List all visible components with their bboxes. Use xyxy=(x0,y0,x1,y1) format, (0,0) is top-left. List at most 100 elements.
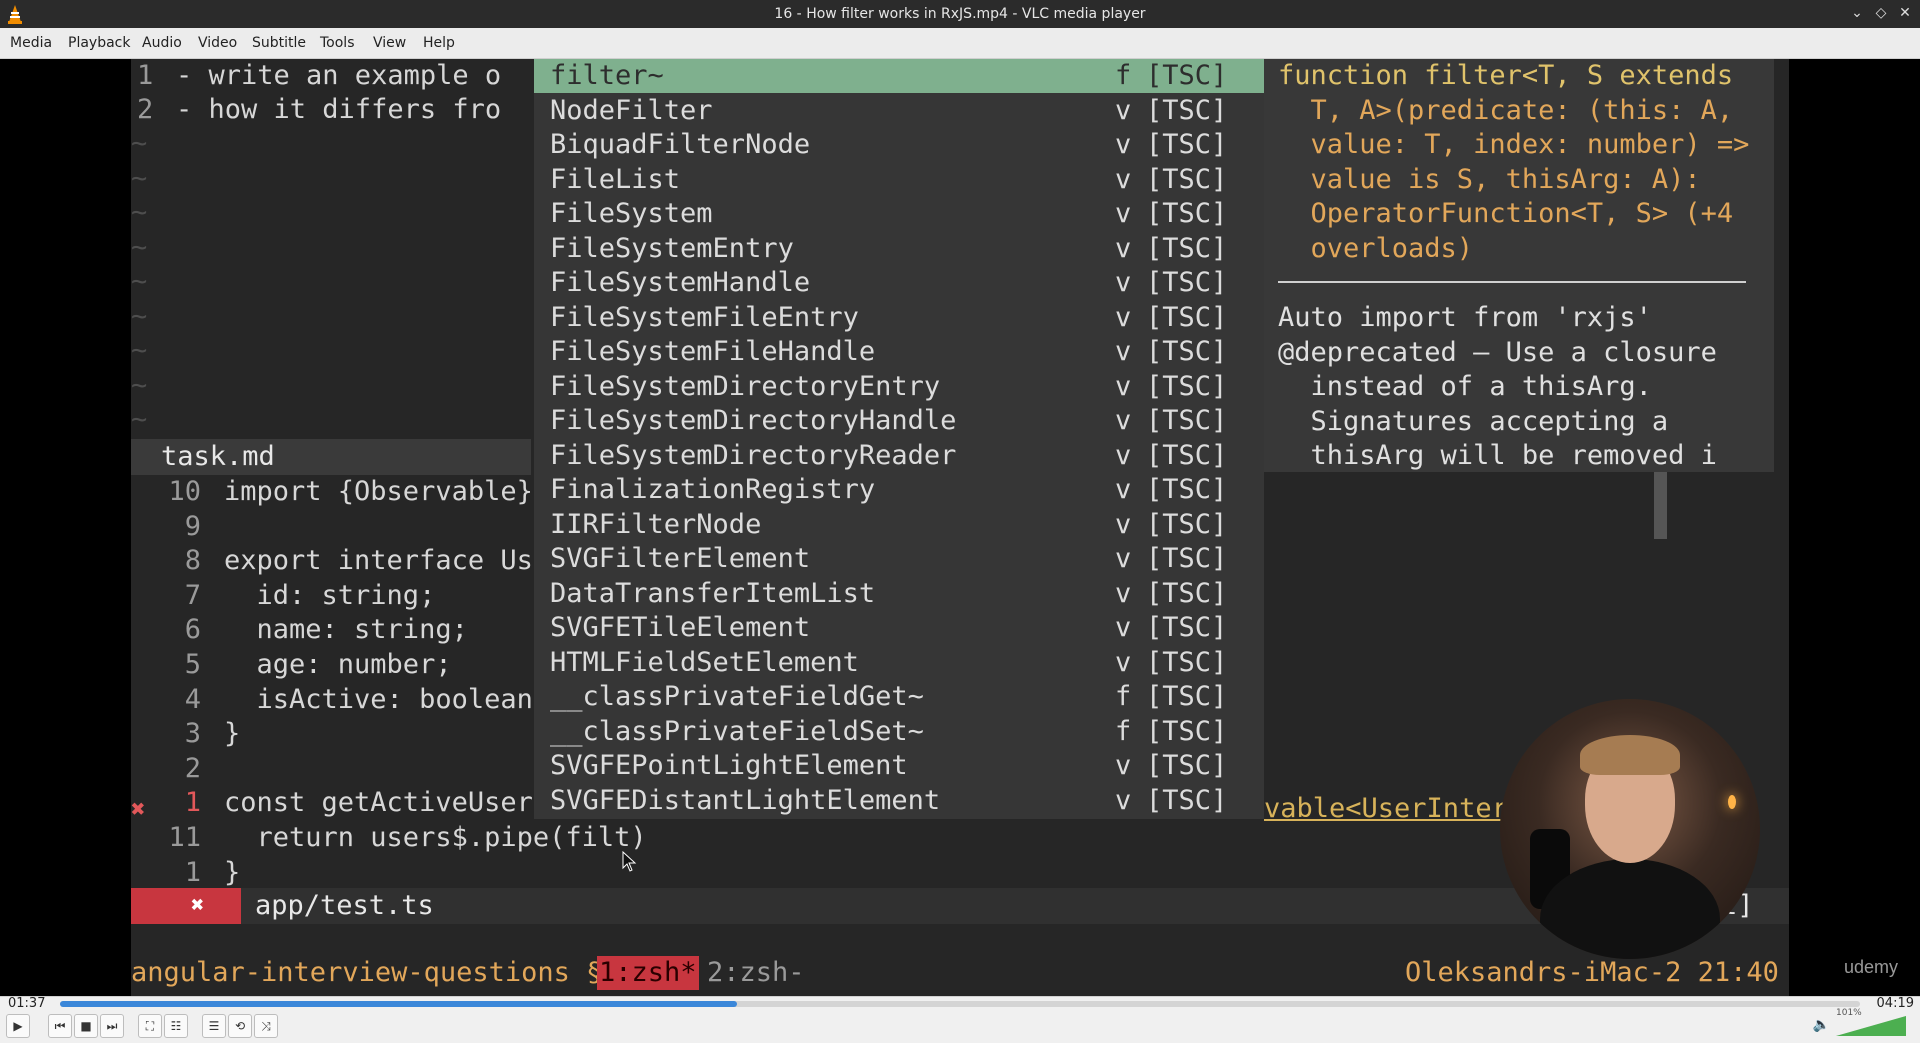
completion-name: filter~ xyxy=(550,60,664,91)
completion-item[interactable]: __classPrivateFieldSet~ f [TSC] xyxy=(534,715,1264,749)
window-title: 16 - How filter works in RxJS.mp4 - VLC … xyxy=(774,6,1146,22)
completion-source: [TSC] xyxy=(1146,129,1228,160)
line-number: 8 xyxy=(184,545,201,577)
error-tag: ✖ xyxy=(131,888,241,924)
restore-icon[interactable]: ◇ xyxy=(1872,4,1890,22)
completion-item[interactable]: FileSystemEntry v [TSC] xyxy=(534,232,1264,266)
next-button[interactable]: ⏭ xyxy=(100,1014,124,1038)
completion-item[interactable]: FileSystemHandle v [TSC] xyxy=(534,266,1264,300)
completion-item[interactable]: HTMLFieldSetElement v [TSC] xyxy=(534,646,1264,680)
line-number: 7 xyxy=(184,579,201,611)
line-1: 1 xyxy=(137,59,153,93)
completion-item[interactable]: NodeFilter v [TSC] xyxy=(534,94,1264,128)
code-line: return users$.pipe(filt) xyxy=(224,822,647,853)
completion-kind: v xyxy=(1115,750,1132,781)
menu-audio[interactable]: Audio xyxy=(142,35,182,51)
menu-playback[interactable]: Playback xyxy=(68,35,130,51)
previous-button[interactable]: ⏮ xyxy=(48,1014,72,1038)
tmux-window-active[interactable]: 1:zsh* xyxy=(597,956,699,990)
video-area[interactable]: 1 - write an example o 2 - how it differ… xyxy=(0,59,1920,996)
completion-source: [TSC] xyxy=(1146,336,1228,367)
playlist-button[interactable]: ☰ xyxy=(202,1014,226,1038)
error-close-icon: ✖ xyxy=(191,893,205,918)
completion-name: __classPrivateFieldSet~ xyxy=(550,715,924,747)
completion-name: SVGFilterElement xyxy=(550,543,811,574)
shuffle-button[interactable]: ⤨ xyxy=(254,1014,278,1038)
completion-item[interactable]: IIRFilterNode v [TSC] xyxy=(534,508,1264,542)
volume-slider[interactable]: 101% xyxy=(1836,1008,1906,1036)
completion-kind: v xyxy=(1115,336,1132,367)
doc-signature-line: function filter<T, S extends xyxy=(1278,60,1734,91)
completion-source: [TSC] xyxy=(1146,267,1228,298)
completion-source: [TSC] xyxy=(1146,612,1228,643)
completion-item[interactable]: SVGFEDistantLightElement v [TSC] xyxy=(534,784,1264,818)
fullscreen-button[interactable]: ⛶ xyxy=(138,1014,162,1038)
completion-item[interactable]: FileSystemDirectoryReader v [TSC] xyxy=(534,439,1264,473)
completion-item[interactable]: FileSystemFileEntry v [TSC] xyxy=(534,301,1264,335)
doc-note-line: Auto import from 'rxjs' xyxy=(1278,302,1652,333)
tmux-session: angular-interview-questions § xyxy=(131,957,603,988)
doc-note-line: Signatures accepting a xyxy=(1278,405,1669,437)
menu-subtitle[interactable]: Subtitle xyxy=(252,35,306,51)
completion-name: FileSystemDirectoryHandle xyxy=(550,405,957,436)
completion-source: [TSC] xyxy=(1146,508,1228,540)
menu-help[interactable]: Help xyxy=(423,35,455,51)
menu-video[interactable]: Video xyxy=(198,35,237,51)
completion-kind: v xyxy=(1115,94,1132,126)
completion-item[interactable]: SVGFilterElement v [TSC] xyxy=(534,542,1264,576)
code-line: name: string; xyxy=(224,614,468,646)
completion-item[interactable]: DataTransferItemList v [TSC] xyxy=(534,577,1264,611)
menu-view[interactable]: View xyxy=(373,35,406,51)
tilde-line: ~ xyxy=(131,300,148,332)
completion-name: FileSystem xyxy=(550,198,713,229)
completion-item[interactable]: FinalizationRegistry v [TSC] xyxy=(534,473,1264,507)
completion-kind: v xyxy=(1115,474,1132,505)
line-number: 9 xyxy=(184,510,201,542)
completion-source: [TSC] xyxy=(1146,370,1228,402)
close-icon[interactable]: ✕ xyxy=(1896,4,1914,22)
extended-settings-button[interactable]: ☷ xyxy=(164,1014,188,1038)
code-line: isActive: boolean xyxy=(224,683,533,715)
stop-button[interactable]: ■ xyxy=(74,1014,98,1038)
completion-item[interactable]: FileSystem v [TSC] xyxy=(534,197,1264,231)
completion-item[interactable]: BiquadFilterNode v [TSC] xyxy=(534,128,1264,162)
play-button[interactable]: ▶ xyxy=(6,1014,30,1038)
completion-name: __classPrivateFieldGet~ xyxy=(550,681,924,712)
completion-item[interactable]: FileSystemFileHandle v [TSC] xyxy=(534,335,1264,369)
completion-kind: v xyxy=(1115,129,1132,160)
completion-kind: v xyxy=(1115,198,1132,229)
code-line: } xyxy=(224,856,241,888)
tilde-line: ~ xyxy=(131,231,148,263)
tmux-window[interactable]: 2:zsh- xyxy=(707,956,805,990)
menu-media[interactable]: Media xyxy=(10,35,52,51)
seek-bar[interactable] xyxy=(60,1001,1860,1007)
line-number: 1 xyxy=(137,60,154,91)
completion-item[interactable]: SVGFETileElement v [TSC] xyxy=(534,611,1264,645)
completion-name: FinalizationRegistry xyxy=(550,474,876,505)
menu-bar: Media Playback Audio Video Subtitle Tool… xyxy=(0,28,1920,59)
completion-kind: v xyxy=(1115,232,1132,264)
completion-kind: f xyxy=(1115,60,1132,91)
loop-button[interactable]: ⟲ xyxy=(228,1014,252,1038)
code-line: age: number; xyxy=(224,649,452,680)
completion-item[interactable]: FileList v [TSC] xyxy=(534,163,1264,197)
completion-name: NodeFilter xyxy=(550,94,713,126)
minimize-icon[interactable]: ⌄ xyxy=(1848,4,1866,22)
doc-note-line: thisArg will be removed i xyxy=(1278,440,1717,471)
line-number: 10 xyxy=(168,476,201,507)
completion-item[interactable]: FileSystemDirectoryHandle v [TSC] xyxy=(534,404,1264,438)
tilde-line: ~ xyxy=(131,335,148,366)
line-number: 11 xyxy=(168,822,201,853)
completion-source: [TSC] xyxy=(1146,60,1228,91)
tilde-line: ~ xyxy=(131,266,148,297)
speaker-icon[interactable]: 🔈 xyxy=(1813,1017,1830,1033)
completion-source: [TSC] xyxy=(1146,681,1228,712)
completion-item[interactable]: SVGFEPointLightElement v [TSC] xyxy=(534,749,1264,783)
completion-popup[interactable]: filter~ f [TSC] NodeFilter v [TSC] BiquadFilte… xyxy=(534,59,1667,819)
completion-kind: v xyxy=(1115,508,1132,540)
completion-item[interactable]: FileSystemDirectoryEntry v [TSC] xyxy=(534,370,1264,404)
completion-item[interactable]: filter~ f [TSC] xyxy=(534,59,1264,93)
completion-item[interactable]: __classPrivateFieldGet~ f [TSC] xyxy=(534,680,1264,714)
completion-kind: v xyxy=(1115,267,1132,298)
menu-tools[interactable]: Tools xyxy=(320,35,355,51)
